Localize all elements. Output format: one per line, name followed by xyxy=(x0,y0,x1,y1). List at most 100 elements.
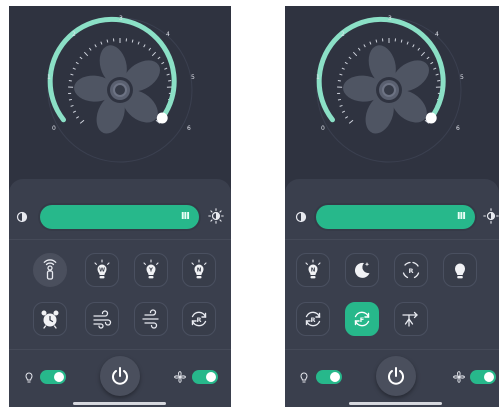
wind-button[interactable] xyxy=(85,302,119,336)
slider-grip[interactable]: III xyxy=(457,211,466,223)
bulb-button[interactable] xyxy=(443,253,477,287)
fan-toggle[interactable] xyxy=(192,370,218,384)
dial-tick xyxy=(68,98,73,101)
light-toggle[interactable] xyxy=(40,370,66,384)
dial-tick xyxy=(435,73,439,76)
dial-label-3: 3 xyxy=(119,15,123,22)
dial-tick xyxy=(363,44,366,48)
dial-tick xyxy=(70,73,74,76)
reverse-r-icon: R xyxy=(191,311,207,327)
bulb-n-button[interactable]: N xyxy=(182,253,216,287)
toggle-knob xyxy=(330,372,340,382)
brightness-high-icon xyxy=(483,208,499,224)
brightness-row: III xyxy=(285,202,499,234)
dial-label-2: 2 xyxy=(72,31,76,38)
power-button[interactable] xyxy=(100,356,140,396)
dial-tick xyxy=(437,79,441,82)
dial-tick xyxy=(76,116,80,119)
dial-tick xyxy=(88,47,92,51)
speed-knob[interactable] xyxy=(156,112,168,124)
dial-tick xyxy=(166,73,170,76)
home-indicator[interactable] xyxy=(73,402,166,405)
fan-speed-dial[interactable]: 0 1 2 3 4 5 6 xyxy=(9,6,231,186)
toggle-knob xyxy=(54,372,64,382)
power-button[interactable] xyxy=(376,356,416,396)
night-mode-button[interactable] xyxy=(345,253,379,287)
dial-label-2: 2 xyxy=(341,31,345,38)
fan-dial-graphic[interactable]: 0 1 2 3 4 5 6 xyxy=(9,6,231,186)
dial-tick xyxy=(164,67,168,70)
dial-tick xyxy=(75,61,79,65)
brightness-slider[interactable]: III xyxy=(316,205,475,229)
svg-text:F: F xyxy=(360,316,364,324)
bulb-w-icon: W xyxy=(94,259,110,279)
divider xyxy=(9,239,231,240)
remote-button[interactable] xyxy=(33,253,67,287)
dial-tick xyxy=(337,79,341,82)
dial-tick xyxy=(344,61,348,65)
bulb-n-button[interactable]: N xyxy=(296,253,330,287)
bulb-w-button[interactable]: W xyxy=(85,253,119,287)
dial-tick xyxy=(406,41,409,45)
light-bulb-icon xyxy=(300,372,308,383)
dial-tick xyxy=(412,44,415,48)
toggle-knob xyxy=(206,372,216,382)
dial-tick xyxy=(341,67,345,70)
light-bulb-icon xyxy=(25,372,33,383)
dial-tick xyxy=(157,56,161,60)
dial-tick xyxy=(369,41,372,45)
dial-tick xyxy=(348,56,352,60)
brightness-low-icon xyxy=(16,211,28,223)
reverse-r-icon: R xyxy=(305,311,321,327)
dial-label-0: 0 xyxy=(52,125,56,132)
dial-tick xyxy=(400,39,403,43)
fan-dial-graphic[interactable]: 0 1 2 3 4 5 6 xyxy=(285,6,499,186)
brightness-slider[interactable]: III xyxy=(40,205,199,229)
home-indicator[interactable] xyxy=(349,402,442,405)
dial-label-5: 5 xyxy=(191,74,195,81)
svg-text:R: R xyxy=(310,316,315,324)
dial-tick xyxy=(94,44,97,48)
breeze-icon xyxy=(142,309,159,329)
reverse-f-button[interactable]: F xyxy=(345,302,379,336)
dial-tick xyxy=(430,61,434,65)
dial-tick xyxy=(143,44,146,48)
dial-tick xyxy=(100,41,103,45)
dial-tick xyxy=(72,67,76,70)
divider xyxy=(285,239,499,240)
dial-label-4: 4 xyxy=(166,31,170,38)
bulb-y-button[interactable]: Y xyxy=(134,253,168,287)
light-toggle[interactable] xyxy=(316,370,342,384)
cycle-r-button[interactable]: R xyxy=(394,253,428,287)
dial-label-3: 3 xyxy=(388,15,392,22)
reverse-r-button[interactable]: R xyxy=(182,302,216,336)
dial-label-6: 6 xyxy=(456,125,460,132)
dial-tick xyxy=(148,47,152,51)
dial-tick xyxy=(70,104,74,107)
fan-icon xyxy=(74,45,161,134)
svg-text:N: N xyxy=(197,268,202,274)
dial-tick xyxy=(72,110,77,113)
fan-small-icon xyxy=(174,371,186,383)
dial-tick xyxy=(433,67,437,70)
dial-tick xyxy=(337,98,342,101)
svg-text:N: N xyxy=(311,268,316,274)
svg-text:W: W xyxy=(99,268,105,274)
bulb-y-icon: Y xyxy=(143,259,159,279)
reverse-r-button[interactable]: R xyxy=(296,302,330,336)
alarm-button[interactable] xyxy=(33,302,67,336)
breeze-button[interactable] xyxy=(134,302,168,336)
speed-knob[interactable] xyxy=(425,112,437,124)
slider-grip[interactable]: III xyxy=(181,211,190,223)
power-icon xyxy=(112,367,128,385)
cycle-r-icon: R xyxy=(402,261,420,279)
timer-arrow-button[interactable] xyxy=(394,302,428,336)
fan-toggle[interactable] xyxy=(470,370,496,384)
dial-tick xyxy=(106,39,109,43)
fan-speed-dial[interactable]: 0 1 2 3 4 5 6 xyxy=(285,6,499,186)
dial-tick xyxy=(375,39,378,43)
dial-tick xyxy=(426,56,430,60)
divider xyxy=(285,349,499,350)
dial-label-1: 1 xyxy=(47,74,51,81)
power-icon xyxy=(388,367,404,385)
